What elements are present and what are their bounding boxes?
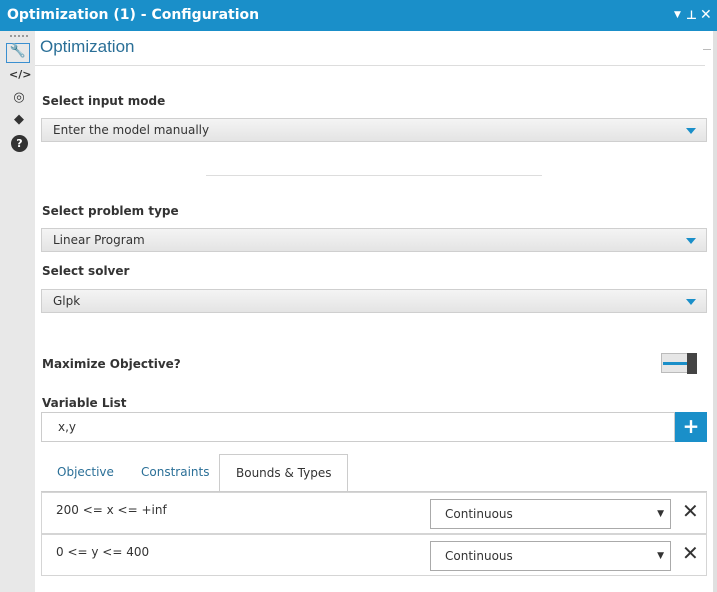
tab-constraints[interactable]: Constraints	[125, 454, 225, 491]
input-mode-select[interactable]: Enter the model manually	[41, 118, 707, 142]
tag-icon[interactable]: ◆	[9, 112, 29, 130]
solver-select[interactable]: Glpk	[41, 289, 707, 313]
window-titlebar: Optimization (1) - Configuration ▼ ⊥ ✕	[0, 0, 717, 31]
plus-icon: +	[682, 414, 700, 438]
remove-bound-button[interactable]: ✕	[682, 499, 699, 523]
minimize-icon[interactable]	[703, 49, 711, 50]
solver-value: Glpk	[53, 294, 81, 308]
panel-title: Optimization	[40, 37, 135, 56]
maximize-label: Maximize Objective?	[42, 357, 181, 371]
bounds-row: 0 <= y <= 400 Continuous ▼ ✕	[41, 534, 707, 576]
config-panel: Optimization Select input mode Enter the…	[35, 31, 713, 592]
variable-list-label: Variable List	[42, 396, 127, 410]
variable-type-value: Continuous	[445, 549, 513, 563]
bound-expression[interactable]: 200 <= x <= +inf	[56, 503, 167, 517]
bound-expression[interactable]: 0 <= y <= 400	[56, 545, 149, 559]
variable-list-input[interactable]: x,y	[41, 412, 675, 442]
chevron-down-icon: ▼	[657, 551, 664, 561]
solver-label: Select solver	[42, 264, 130, 278]
maximize-toggle[interactable]	[661, 353, 697, 374]
variable-type-select[interactable]: Continuous ▼	[430, 541, 671, 571]
remove-bound-button[interactable]: ✕	[682, 541, 699, 565]
tab-objective[interactable]: Objective	[41, 454, 130, 491]
scrollbar[interactable]	[713, 31, 717, 592]
wrench-icon[interactable]: 🔧	[6, 43, 30, 63]
sidebar: 🔧 </> ◎ ◆ ?	[0, 31, 35, 592]
window-title: Optimization (1) - Configuration	[7, 7, 260, 23]
close-icon[interactable]: ✕	[700, 0, 712, 31]
chevron-down-icon	[686, 299, 696, 305]
help-icon[interactable]: ?	[11, 135, 28, 152]
problem-type-value: Linear Program	[53, 233, 145, 247]
add-variable-button[interactable]: +	[675, 412, 707, 442]
variable-list-value: x,y	[58, 420, 77, 434]
dropdown-icon[interactable]: ▼	[674, 0, 681, 31]
designer-icon[interactable]: ◎	[9, 90, 29, 108]
variable-type-value: Continuous	[445, 507, 513, 521]
input-mode-label: Select input mode	[42, 94, 166, 108]
input-mode-value: Enter the model manually	[53, 123, 210, 137]
problem-type-label: Select problem type	[42, 204, 179, 218]
bounds-row: 200 <= x <= +inf Continuous ▼ ✕	[41, 492, 707, 534]
divider	[206, 175, 542, 176]
chevron-down-icon: ▼	[657, 509, 664, 519]
variable-type-select[interactable]: Continuous ▼	[430, 499, 671, 529]
tab-bounds-types[interactable]: Bounds & Types	[219, 454, 349, 492]
problem-type-select[interactable]: Linear Program	[41, 228, 707, 252]
chevron-down-icon	[686, 238, 696, 244]
pin-icon[interactable]: ⊥	[686, 0, 697, 31]
grip[interactable]	[10, 35, 28, 37]
chevron-down-icon	[686, 128, 696, 134]
code-icon[interactable]: </>	[9, 68, 31, 86]
divider	[35, 65, 705, 66]
